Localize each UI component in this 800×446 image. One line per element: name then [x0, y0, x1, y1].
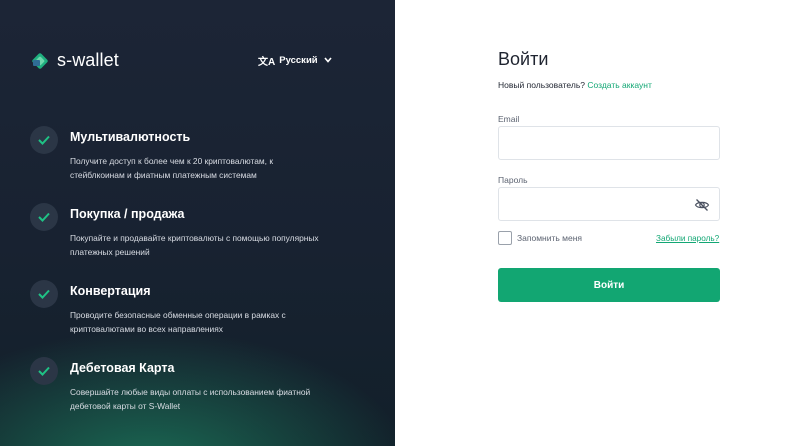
- remember-me-checkbox[interactable]: Запомнить меня: [498, 231, 582, 245]
- feature-description: Совершайте любые виды оплаты с использов…: [70, 387, 311, 411]
- login-panel: Войти Новый пользователь? Создать аккаун…: [395, 0, 800, 446]
- language-selector[interactable]: 文A Русский: [258, 53, 332, 68]
- password-field[interactable]: [499, 188, 719, 220]
- email-label: Email: [498, 114, 520, 124]
- checkbox-box[interactable]: [498, 231, 512, 245]
- check-icon: [30, 126, 58, 154]
- password-label: Пароль: [498, 175, 528, 185]
- feature-description: Получите доступ к более чем к 20 криптов…: [70, 156, 273, 180]
- feature-title: Мультивалютность: [70, 130, 191, 144]
- feature-description: Покупайте и продавайте криптовалюты с по…: [70, 233, 319, 257]
- feature-title: Конвертация: [70, 284, 151, 298]
- translate-icon: 文A: [258, 57, 276, 68]
- check-icon: [30, 357, 58, 385]
- check-icon: [30, 203, 58, 231]
- remember-me-label: Запомнить меня: [517, 233, 583, 243]
- eye-off-icon[interactable]: [694, 197, 710, 213]
- feature-title: Дебетовая Карта: [70, 361, 175, 375]
- new-user-text: Новый пользователь?: [498, 80, 585, 90]
- new-user-prompt: Новый пользователь? Создать аккаунт: [498, 80, 652, 90]
- chevron-down-icon: [324, 55, 332, 66]
- wallet-logo-icon: [30, 51, 50, 71]
- brand-name: s-wallet: [57, 50, 119, 70]
- brand[interactable]: s-wallet: [30, 50, 119, 71]
- feature-title: Покупка / продажа: [70, 207, 185, 221]
- page-title: Войти: [498, 49, 549, 69]
- login-button[interactable]: Войти: [498, 268, 720, 302]
- password-field-wrapper: [498, 187, 720, 221]
- email-field[interactable]: [499, 127, 719, 159]
- email-field-wrapper: [498, 126, 720, 160]
- create-account-link[interactable]: Создать аккаунт: [587, 80, 652, 90]
- language-label: Русский: [279, 55, 318, 66]
- feature-description: Проводите безопасные обменные операции в…: [70, 310, 286, 334]
- forgot-password-link[interactable]: Забыли пароль?: [656, 234, 719, 243]
- check-icon: [30, 280, 58, 308]
- promo-panel: s-wallet 文A Русский Мультивалютность Пол…: [0, 0, 395, 446]
